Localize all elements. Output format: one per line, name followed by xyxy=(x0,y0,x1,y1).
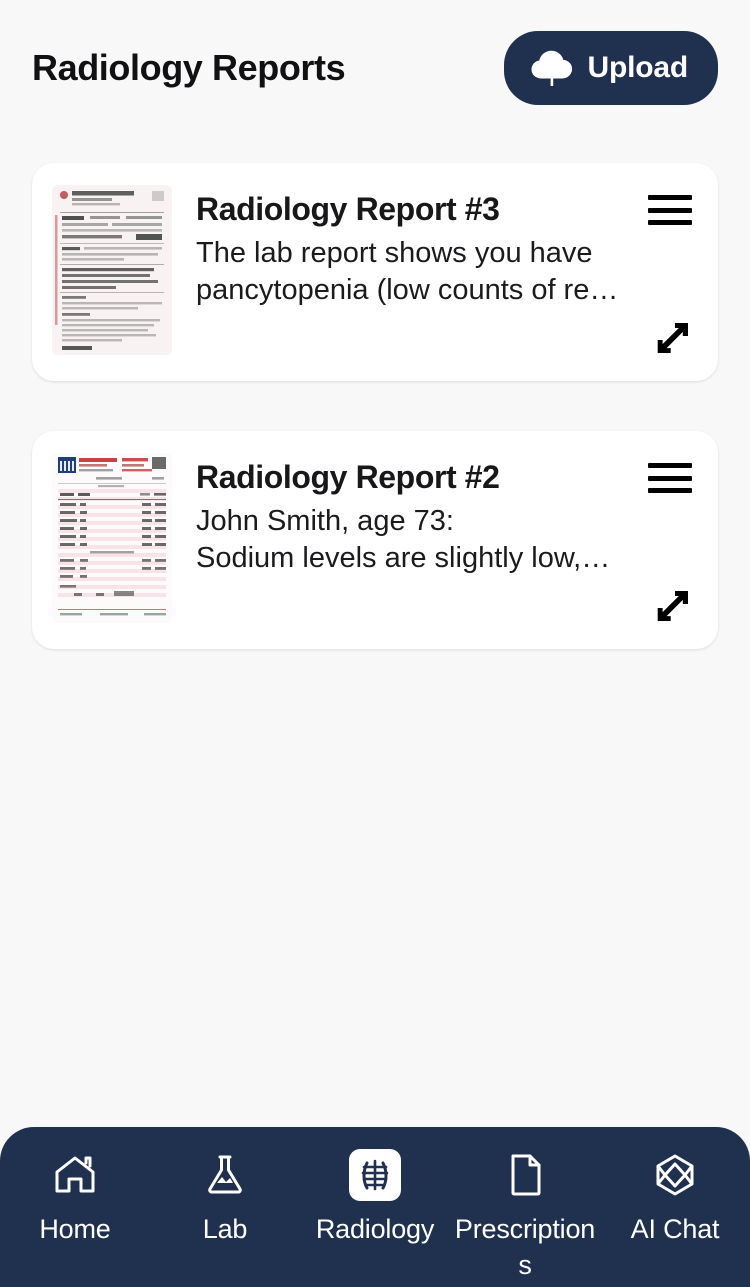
home-icon xyxy=(49,1149,101,1201)
report-snippet: The lab report shows you have pancytopen… xyxy=(196,236,619,307)
hamburger-menu-icon[interactable] xyxy=(648,195,692,225)
menu-bar xyxy=(648,195,692,200)
expand-arrows-icon[interactable] xyxy=(652,319,692,359)
cube-hexagon-icon xyxy=(649,1149,701,1201)
nav-label-prescriptions: Prescriptions xyxy=(454,1214,596,1281)
nav-label-radiology: Radiology xyxy=(315,1214,435,1244)
menu-bar xyxy=(648,475,692,481)
nav-label-ai-chat: AI Chat xyxy=(630,1214,720,1244)
upload-button[interactable]: Upload xyxy=(503,30,718,105)
report-snippet: John Smith, age 73: Sodium levels are sl… xyxy=(196,504,611,575)
flask-icon xyxy=(199,1149,251,1201)
report-card[interactable]: Radiology Report #3 The lab report shows… xyxy=(32,163,718,381)
upload-button-label: Upload xyxy=(587,50,689,84)
report-title: Radiology Report #3 xyxy=(196,191,500,227)
scanned-lab-results-thumbnail xyxy=(52,453,172,623)
menu-bar xyxy=(648,220,692,225)
report-card-body: Radiology Report #2 John Smith, age 73: … xyxy=(196,453,694,627)
menu-bar xyxy=(648,207,692,213)
app-root: Radiology Reports Upload Radiology Repor… xyxy=(0,0,750,1287)
nav-item-home[interactable]: Home xyxy=(0,1149,150,1247)
page-title: Radiology Reports xyxy=(32,46,346,88)
report-title: Radiology Report #2 xyxy=(196,459,500,495)
hamburger-menu-icon[interactable] xyxy=(648,463,692,493)
nav-item-ai-chat[interactable]: AI Chat xyxy=(600,1149,750,1247)
nav-item-prescriptions[interactable]: Prescriptions xyxy=(450,1149,600,1284)
page-header: Radiology Reports Upload xyxy=(0,0,750,135)
menu-bar xyxy=(648,463,692,468)
reports-list[interactable]: Radiology Report #3 The lab report shows… xyxy=(0,135,750,1127)
menu-bar xyxy=(648,488,692,493)
nav-label-lab: Lab xyxy=(202,1214,248,1244)
scanned-hospital-report-thumbnail xyxy=(52,185,172,355)
report-card[interactable]: Radiology Report #2 John Smith, age 73: … xyxy=(32,431,718,649)
expand-arrows-icon[interactable] xyxy=(652,587,692,627)
cloud-upload-icon xyxy=(530,49,574,87)
bottom-navigation: Home Lab Radiology Prescriptions AI Chat xyxy=(0,1127,750,1287)
document-icon xyxy=(499,1149,551,1201)
nav-item-radiology[interactable]: Radiology xyxy=(300,1149,450,1247)
report-card-body: Radiology Report #3 The lab report shows… xyxy=(196,185,694,359)
lungs-xray-icon xyxy=(349,1149,401,1201)
nav-item-lab[interactable]: Lab xyxy=(150,1149,300,1247)
nav-label-home: Home xyxy=(39,1214,111,1244)
